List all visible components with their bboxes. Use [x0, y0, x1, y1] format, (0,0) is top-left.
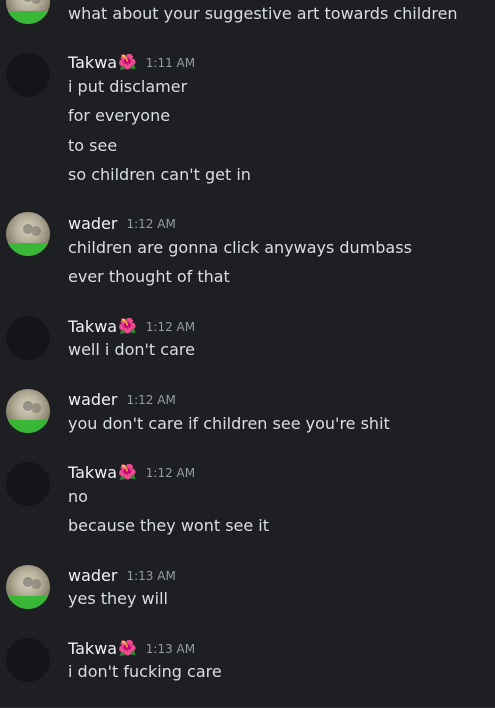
wader-avatar[interactable]	[6, 389, 50, 433]
wader-avatar[interactable]	[6, 212, 50, 256]
message-header: Takwa 🌺 1:11 AM	[68, 51, 195, 73]
chat-message-list: what about your suggestive art towards c…	[0, 0, 495, 708]
username[interactable]: Takwa	[68, 317, 117, 336]
username[interactable]: wader	[68, 566, 117, 585]
hibiscus-flower-icon: 🌺	[118, 316, 137, 335]
message-text: so children can't get in	[68, 165, 251, 184]
message-header: Takwa 🌺 1:12 AM	[68, 461, 195, 483]
hibiscus-flower-icon: 🌺	[118, 462, 137, 481]
message-header: Takwa 🌺 1:13 AM	[68, 637, 195, 659]
message-text: to see	[68, 136, 118, 155]
username[interactable]: Takwa	[68, 53, 117, 72]
username[interactable]: Takwa	[68, 463, 117, 482]
message-header: wader 1:13 AM	[68, 564, 176, 586]
message-text: what about your suggestive art towards c…	[68, 4, 458, 23]
takwa-avatar[interactable]	[6, 53, 50, 97]
message-text: ever thought of that	[68, 267, 230, 286]
timestamp: 1:12 AM	[126, 217, 176, 231]
message-text: children are gonna click anyways dumbass	[68, 238, 412, 257]
message-text: for everyone	[68, 106, 171, 125]
timestamp: 1:13 AM	[126, 569, 176, 583]
wader-avatar[interactable]	[6, 0, 50, 24]
message-text: i don't fucking care	[68, 662, 222, 681]
message-text: because they wont see it	[68, 516, 270, 535]
timestamp: 1:13 AM	[145, 642, 196, 656]
username[interactable]: wader	[68, 214, 117, 233]
message-text: no	[68, 487, 88, 506]
username[interactable]: Takwa	[68, 639, 117, 658]
username[interactable]: wader	[68, 390, 117, 409]
message-header: wader 1:12 AM	[68, 388, 176, 410]
takwa-avatar[interactable]	[6, 316, 50, 360]
message-header: Takwa 🌺 1:12 AM	[68, 315, 195, 337]
timestamp: 1:12 AM	[145, 466, 196, 480]
hibiscus-flower-icon: 🌺	[118, 638, 137, 657]
message-text: you don't care if children see you're sh…	[68, 414, 390, 433]
hibiscus-flower-icon: 🌺	[118, 52, 137, 71]
message-text: yes they will	[68, 589, 168, 608]
timestamp: 1:12 AM	[126, 393, 176, 407]
takwa-avatar[interactable]	[6, 462, 50, 506]
timestamp: 1:11 AM	[145, 56, 196, 70]
message-text: i put disclamer	[68, 77, 188, 96]
timestamp: 1:12 AM	[145, 320, 196, 334]
message-header: wader 1:12 AM	[68, 212, 176, 234]
wader-avatar[interactable]	[6, 565, 50, 609]
message-text: well i don't care	[68, 340, 195, 359]
takwa-avatar[interactable]	[6, 638, 50, 682]
